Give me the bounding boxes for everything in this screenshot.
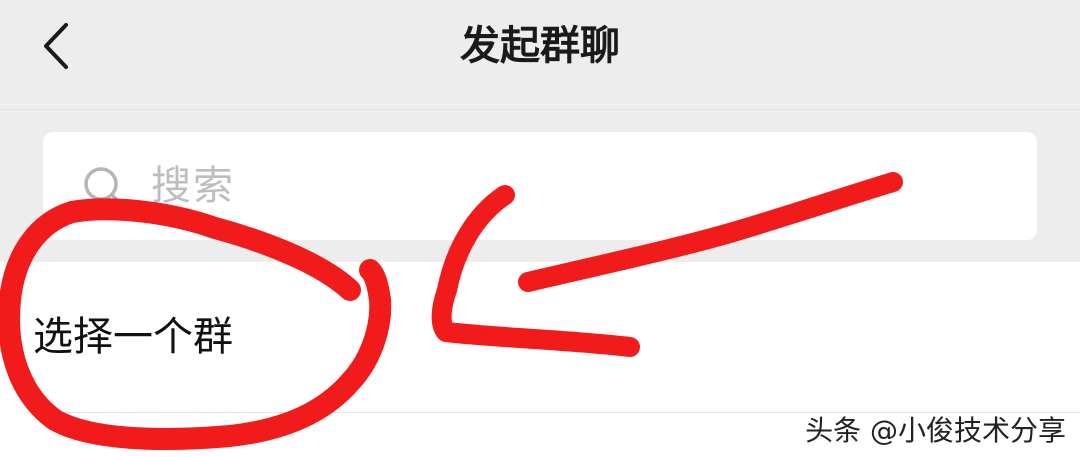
list-item-label: 选择一个群 bbox=[33, 314, 233, 360]
page-title: 发起群聊 bbox=[460, 23, 620, 69]
list-item-select-group[interactable]: 选择一个群 bbox=[0, 262, 1080, 412]
search-area: 搜索 bbox=[0, 110, 1080, 262]
search-icon bbox=[84, 167, 122, 205]
navigation-bar: 发起群聊 bbox=[0, 0, 1080, 110]
search-placeholder: 搜索 bbox=[151, 163, 235, 209]
search-input[interactable]: 搜索 bbox=[43, 132, 1037, 240]
watermark: 头条 @小俊技术分享 bbox=[805, 414, 1066, 447]
